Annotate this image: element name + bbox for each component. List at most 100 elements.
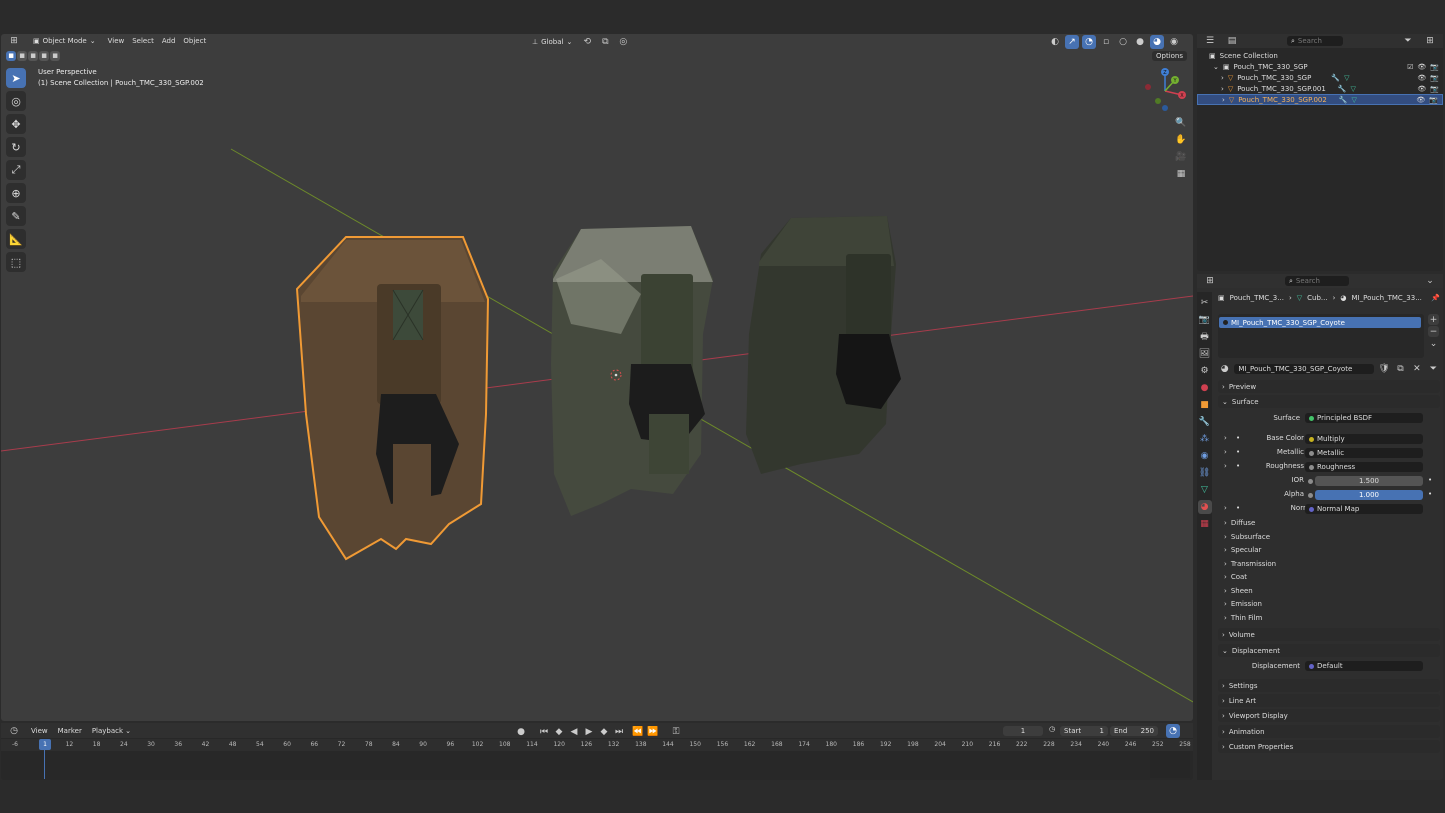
next-marker-icon[interactable]: ⏩ [646,725,660,739]
add-cube-tool[interactable]: ⬚ [6,252,26,272]
menu-object[interactable]: Object [183,37,206,45]
current-frame-field[interactable]: 1 [1003,726,1043,736]
slot-menu-icon[interactable]: ⌄ [1428,338,1439,349]
timeline-scroll-region[interactable] [1150,751,1190,778]
eye-icon[interactable]: 👁 [1416,96,1425,104]
section-settings[interactable]: › Settings [1218,679,1440,692]
subpanel-thin-film[interactable]: › Thin Film [1224,614,1262,622]
outliner-row-root[interactable]: ▣ Scene Collection [1197,50,1443,61]
add-slot-icon[interactable]: + [1428,314,1439,325]
jump-end-icon[interactable]: ⏭ [612,725,626,739]
overlay-toggle-icon[interactable]: ◔ [1082,35,1096,49]
scene-tab-icon[interactable]: ⚙ [1198,364,1212,378]
unlink-icon[interactable]: ✕ [1410,362,1423,376]
outliner-search[interactable]: ⌕ Search [1287,36,1343,46]
section-surface[interactable]: ⌄ Surface [1218,395,1440,408]
properties-editor-icon[interactable]: ⊞ [1203,274,1217,288]
playhead-badge[interactable]: 1 [39,739,51,750]
viewport[interactable] [1,34,1193,721]
normal-field[interactable]: Normal Map [1305,504,1423,514]
subpanel-subsurface[interactable]: › Subsurface [1224,533,1270,541]
next-key-icon[interactable]: ◆ [597,725,611,739]
solid-shading-icon[interactable]: ● [1133,35,1147,49]
output-tab-icon[interactable]: 🖶 [1198,330,1212,344]
subpanel-specular[interactable]: › Specular [1224,546,1261,554]
outliner-row-collection[interactable]: ⌄ ▣ Pouch_TMC_330_SGP ☑ 👁 📷 [1197,61,1443,72]
display-mode-icon[interactable]: ▤ [1225,34,1239,48]
xray-icon[interactable]: ▫ [1099,35,1113,49]
input-field[interactable]: Metallic [1305,448,1423,458]
visibility-icon[interactable]: ◐ [1048,35,1062,49]
outliner-row-object-2[interactable]: › ▽ Pouch_TMC_330_SGP.001 🔧 ▽ 👁 📷 [1197,83,1443,94]
chevron-right-icon[interactable]: › [1224,504,1227,512]
timeline-options-icon[interactable]: ◔ [1166,724,1180,738]
proportional-icon[interactable]: ◎ [616,35,630,49]
remove-slot-icon[interactable]: − [1428,326,1439,337]
timeline-menu-playback[interactable]: Playback [92,727,123,735]
new-collection-icon[interactable]: ⊞ [1423,34,1437,48]
pivot-icon[interactable]: ⟲ [580,35,594,49]
rotate-tool[interactable]: ↻ [6,137,26,157]
chevron-right-icon[interactable]: › [1224,434,1227,442]
alpha-slider[interactable]: 1.000 [1315,490,1423,500]
section-preview[interactable]: › Preview [1218,380,1440,393]
timeline-menu-view[interactable]: View [31,727,48,735]
annotate-tool[interactable]: ✎ [6,206,26,226]
render-tab-icon[interactable]: 📷 [1198,313,1212,327]
zoom-icon[interactable]: 🔍 [1174,116,1188,130]
orientation-dropdown[interactable]: ⊥ Global ⌄ [528,37,576,47]
rendered-shading-icon[interactable]: ◉ [1167,35,1181,49]
prev-marker-icon[interactable]: ⏪ [631,725,645,739]
filter-icon[interactable]: ⏷ [1401,34,1415,48]
outliner-row-object-1[interactable]: › ▽ Pouch_TMC_330_SGP 🔧 ▽ 👁 📷 [1197,72,1443,83]
chevron-right-icon[interactable]: › [1224,448,1227,456]
select-subtract-icon[interactable]: ▪ [28,51,38,61]
outliner-row-object-3[interactable]: › ▽ Pouch_TMC_330_SGP.002 🔧 ▽ 👁 📷 [1197,94,1443,105]
subpanel-diffuse[interactable]: › Diffuse [1224,519,1255,527]
wireframe-shading-icon[interactable]: ○ [1116,35,1130,49]
transform-tool[interactable]: ⊕ [6,183,26,203]
hand-icon[interactable]: ✋ [1174,133,1188,147]
measure-tool[interactable]: 📐 [6,229,26,249]
displacement-field[interactable]: Default [1305,661,1423,671]
particles-tab-icon[interactable]: ⁂ [1198,432,1212,446]
modifier-tab-icon[interactable]: 🔧 [1198,415,1212,429]
prev-key-icon[interactable]: ◆ [552,725,566,739]
browse-material-icon[interactable]: ◕ [1218,362,1231,376]
navigation-gizmo[interactable]: Z X Y [1140,66,1190,116]
pin-icon[interactable]: 📌 [1431,294,1440,302]
surface-shader-field[interactable]: Principled BSDF [1305,413,1423,423]
constraints-tab-icon[interactable]: ⛓ [1198,466,1212,480]
view-layer-tab-icon[interactable]: 🖼 [1198,347,1212,361]
camera-icon[interactable]: 📷 [1429,96,1438,104]
material-slot[interactable]: MI_Pouch_TMC_330_SGP_Coyote [1219,317,1421,328]
gizmo-toggle-icon[interactable]: ↗ [1065,35,1079,49]
grid-icon[interactable]: ▦ [1174,167,1188,181]
camera-icon[interactable]: 📷 [1430,63,1439,71]
section-viewport-display[interactable]: › Viewport Display [1218,709,1440,722]
menu-select[interactable]: Select [132,37,154,45]
play-reverse-icon[interactable]: ◀ [567,725,581,739]
record-icon[interactable]: ● [514,725,528,739]
input-field[interactable]: Multiply [1305,434,1423,444]
menu-add[interactable]: Add [162,37,176,45]
data-tab-icon[interactable]: ▽ [1198,483,1212,497]
section-volume[interactable]: › Volume [1218,628,1440,641]
start-frame-field[interactable]: Start 1 [1060,726,1108,736]
section-line-art[interactable]: › Line Art [1218,694,1440,707]
editor-type-icon[interactable]: ⊞ [7,34,21,48]
eye-icon[interactable]: 👁 [1417,63,1426,71]
fake-user-icon[interactable]: 🛡 [1377,362,1390,376]
subpanel-sheen[interactable]: › Sheen [1224,587,1253,595]
subpanel-emission[interactable]: › Emission [1224,600,1262,608]
checkbox-icon[interactable]: ☑ [1407,63,1413,71]
material-name-field[interactable]: MI_Pouch_TMC_330_SGP_Coyote [1234,364,1375,374]
outliner-editor-icon[interactable]: ☰ [1203,34,1217,48]
scale-tool[interactable]: ⤢ [6,160,26,180]
end-frame-field[interactable]: End 250 [1110,726,1158,736]
jump-start-icon[interactable]: ⏮ [537,725,551,739]
menu-view[interactable]: View [108,37,125,45]
camera-icon[interactable]: 📷 [1430,85,1439,93]
ior-slider[interactable]: 1.500 [1315,476,1423,486]
keyframe-dot-icon[interactable]: • [1428,476,1432,484]
